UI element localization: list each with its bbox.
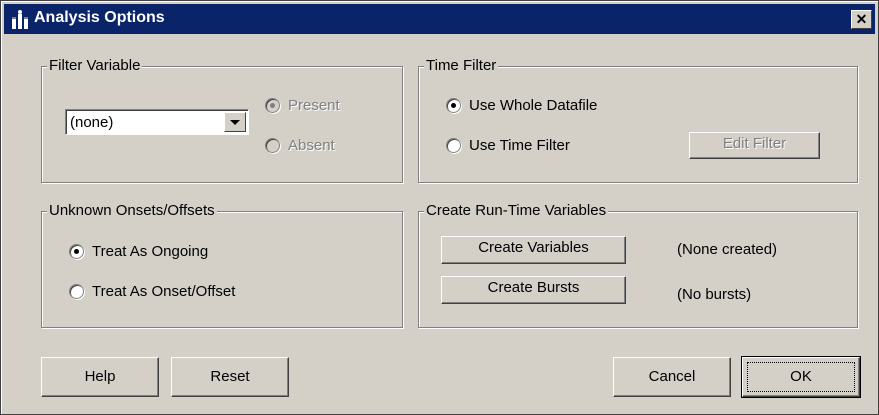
create-bursts-button[interactable]: Create Bursts (441, 276, 626, 304)
absent-label: Absent (288, 137, 335, 154)
absent-radio[interactable]: Absent (265, 137, 335, 154)
ok-focus-rect (747, 362, 855, 392)
use-time-filter-dot (446, 138, 461, 153)
filter-variable-select[interactable]: (none) (65, 109, 249, 135)
treat-as-onset-offset-dot (69, 284, 84, 299)
treat-as-ongoing-dot (69, 244, 84, 259)
bursts-status: (No bursts) (677, 286, 752, 303)
use-time-filter-radio[interactable]: Use Time Filter (446, 137, 570, 154)
create-variables-button[interactable]: Create Variables (441, 236, 626, 264)
use-whole-datafile-radio[interactable]: Use Whole Datafile (446, 97, 597, 114)
close-button[interactable]: ✕ (851, 10, 872, 29)
runtime-variables-legend: Create Run-Time Variables (424, 202, 609, 219)
window-title: Analysis Options (34, 9, 165, 26)
app-icon (12, 10, 28, 29)
help-button[interactable]: Help (41, 357, 159, 397)
variables-status: (None created) (677, 241, 778, 258)
filter-variable-value: (none) (70, 114, 114, 131)
present-label: Present (288, 97, 340, 114)
time-filter-group: Time Filter (418, 57, 858, 183)
present-radio-dot (265, 98, 280, 113)
treat-as-onset-offset-label: Treat As Onset/Offset (92, 283, 236, 300)
filter-variable-legend: Filter Variable (47, 57, 143, 74)
treat-as-onset-offset-radio[interactable]: Treat As Onset/Offset (69, 283, 235, 300)
treat-as-ongoing-radio[interactable]: Treat As Ongoing (69, 243, 208, 260)
close-icon: ✕ (855, 11, 868, 27)
edit-filter-button[interactable]: Edit Filter (689, 132, 820, 159)
ok-button[interactable]: OK (741, 356, 861, 398)
runtime-variables-group: Create Run-Time Variables (418, 202, 858, 328)
chevron-down-icon[interactable] (224, 112, 246, 132)
analysis-options-dialog: Analysis Options ✕ Filter Variable (none… (0, 0, 879, 415)
unknown-onsets-legend: Unknown Onsets/Offsets (47, 202, 217, 219)
cancel-button[interactable]: Cancel (613, 357, 731, 397)
present-radio[interactable]: Present (265, 97, 340, 114)
use-whole-datafile-dot (446, 98, 461, 113)
treat-as-ongoing-label: Treat As Ongoing (92, 243, 209, 260)
time-filter-legend: Time Filter (424, 57, 499, 74)
use-whole-datafile-label: Use Whole Datafile (469, 97, 598, 114)
title-bar[interactable]: Analysis Options ✕ (4, 4, 875, 34)
unknown-onsets-group: Unknown Onsets/Offsets (41, 202, 403, 328)
use-time-filter-label: Use Time Filter (469, 137, 570, 154)
reset-button[interactable]: Reset (171, 357, 289, 397)
absent-radio-dot (265, 138, 280, 153)
